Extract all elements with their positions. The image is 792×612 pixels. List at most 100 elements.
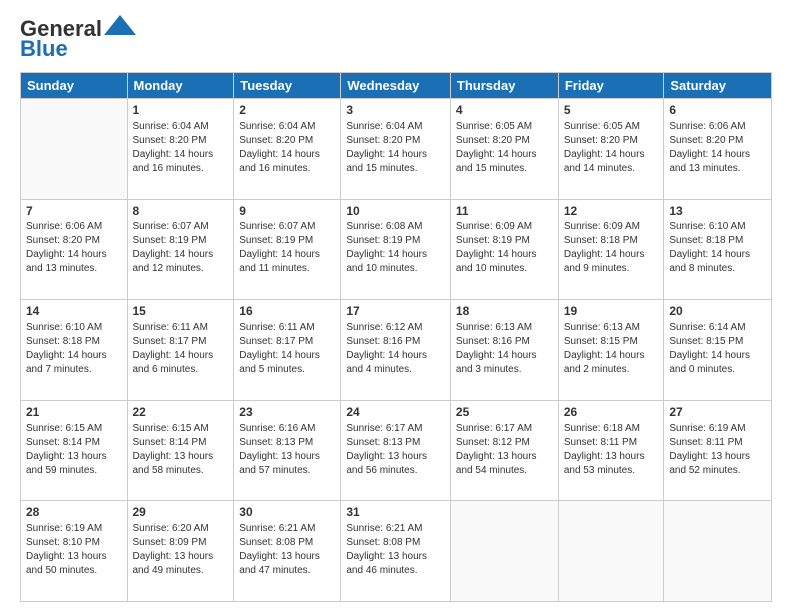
day-number: 12: [564, 203, 659, 220]
day-cell-18: 18Sunrise: 6:13 AM Sunset: 8:16 PM Dayli…: [450, 300, 558, 401]
empty-cell: [664, 501, 772, 602]
weekday-header-row: SundayMondayTuesdayWednesdayThursdayFrid…: [21, 73, 772, 99]
weekday-sunday: Sunday: [21, 73, 128, 99]
day-cell-21: 21Sunrise: 6:15 AM Sunset: 8:14 PM Dayli…: [21, 400, 128, 501]
day-number: 16: [239, 303, 335, 320]
day-info: Sunrise: 6:08 AM Sunset: 8:19 PM Dayligh…: [346, 220, 445, 276]
day-cell-27: 27Sunrise: 6:19 AM Sunset: 8:11 PM Dayli…: [664, 400, 772, 501]
day-number: 25: [456, 404, 553, 421]
day-info: Sunrise: 6:13 AM Sunset: 8:15 PM Dayligh…: [564, 321, 659, 377]
day-number: 23: [239, 404, 335, 421]
day-info: Sunrise: 6:09 AM Sunset: 8:18 PM Dayligh…: [564, 220, 659, 276]
day-number: 31: [346, 504, 445, 521]
day-info: Sunrise: 6:17 AM Sunset: 8:13 PM Dayligh…: [346, 422, 445, 478]
day-info: Sunrise: 6:15 AM Sunset: 8:14 PM Dayligh…: [26, 422, 122, 478]
day-cell-3: 3Sunrise: 6:04 AM Sunset: 8:20 PM Daylig…: [341, 99, 451, 200]
week-row-3: 14Sunrise: 6:10 AM Sunset: 8:18 PM Dayli…: [21, 300, 772, 401]
day-number: 11: [456, 203, 553, 220]
day-number: 30: [239, 504, 335, 521]
day-cell-26: 26Sunrise: 6:18 AM Sunset: 8:11 PM Dayli…: [558, 400, 664, 501]
weekday-thursday: Thursday: [450, 73, 558, 99]
day-cell-12: 12Sunrise: 6:09 AM Sunset: 8:18 PM Dayli…: [558, 199, 664, 300]
day-cell-19: 19Sunrise: 6:13 AM Sunset: 8:15 PM Dayli…: [558, 300, 664, 401]
empty-cell: [450, 501, 558, 602]
logo-blue: Blue: [20, 36, 68, 62]
day-cell-14: 14Sunrise: 6:10 AM Sunset: 8:18 PM Dayli…: [21, 300, 128, 401]
day-cell-16: 16Sunrise: 6:11 AM Sunset: 8:17 PM Dayli…: [234, 300, 341, 401]
day-info: Sunrise: 6:05 AM Sunset: 8:20 PM Dayligh…: [564, 120, 659, 176]
day-info: Sunrise: 6:15 AM Sunset: 8:14 PM Dayligh…: [133, 422, 229, 478]
day-cell-29: 29Sunrise: 6:20 AM Sunset: 8:09 PM Dayli…: [127, 501, 234, 602]
day-number: 14: [26, 303, 122, 320]
day-cell-22: 22Sunrise: 6:15 AM Sunset: 8:14 PM Dayli…: [127, 400, 234, 501]
empty-cell: [21, 99, 128, 200]
day-number: 6: [669, 102, 766, 119]
day-cell-25: 25Sunrise: 6:17 AM Sunset: 8:12 PM Dayli…: [450, 400, 558, 501]
day-info: Sunrise: 6:06 AM Sunset: 8:20 PM Dayligh…: [669, 120, 766, 176]
day-info: Sunrise: 6:04 AM Sunset: 8:20 PM Dayligh…: [239, 120, 335, 176]
day-number: 27: [669, 404, 766, 421]
day-number: 4: [456, 102, 553, 119]
logo-icon: [104, 15, 136, 35]
weekday-tuesday: Tuesday: [234, 73, 341, 99]
day-info: Sunrise: 6:07 AM Sunset: 8:19 PM Dayligh…: [133, 220, 229, 276]
day-info: Sunrise: 6:04 AM Sunset: 8:20 PM Dayligh…: [133, 120, 229, 176]
day-number: 3: [346, 102, 445, 119]
day-cell-28: 28Sunrise: 6:19 AM Sunset: 8:10 PM Dayli…: [21, 501, 128, 602]
day-number: 5: [564, 102, 659, 119]
day-info: Sunrise: 6:14 AM Sunset: 8:15 PM Dayligh…: [669, 321, 766, 377]
day-cell-13: 13Sunrise: 6:10 AM Sunset: 8:18 PM Dayli…: [664, 199, 772, 300]
day-info: Sunrise: 6:16 AM Sunset: 8:13 PM Dayligh…: [239, 422, 335, 478]
calendar-table: SundayMondayTuesdayWednesdayThursdayFrid…: [20, 72, 772, 602]
header: General Blue: [20, 16, 772, 62]
day-cell-7: 7Sunrise: 6:06 AM Sunset: 8:20 PM Daylig…: [21, 199, 128, 300]
day-cell-31: 31Sunrise: 6:21 AM Sunset: 8:08 PM Dayli…: [341, 501, 451, 602]
week-row-1: 1Sunrise: 6:04 AM Sunset: 8:20 PM Daylig…: [21, 99, 772, 200]
day-info: Sunrise: 6:20 AM Sunset: 8:09 PM Dayligh…: [133, 522, 229, 578]
day-info: Sunrise: 6:19 AM Sunset: 8:11 PM Dayligh…: [669, 422, 766, 478]
weekday-friday: Friday: [558, 73, 664, 99]
day-info: Sunrise: 6:19 AM Sunset: 8:10 PM Dayligh…: [26, 522, 122, 578]
day-info: Sunrise: 6:21 AM Sunset: 8:08 PM Dayligh…: [239, 522, 335, 578]
weekday-saturday: Saturday: [664, 73, 772, 99]
day-number: 22: [133, 404, 229, 421]
day-number: 1: [133, 102, 229, 119]
day-cell-23: 23Sunrise: 6:16 AM Sunset: 8:13 PM Dayli…: [234, 400, 341, 501]
day-cell-20: 20Sunrise: 6:14 AM Sunset: 8:15 PM Dayli…: [664, 300, 772, 401]
day-cell-6: 6Sunrise: 6:06 AM Sunset: 8:20 PM Daylig…: [664, 99, 772, 200]
empty-cell: [558, 501, 664, 602]
day-cell-5: 5Sunrise: 6:05 AM Sunset: 8:20 PM Daylig…: [558, 99, 664, 200]
weekday-wednesday: Wednesday: [341, 73, 451, 99]
day-cell-8: 8Sunrise: 6:07 AM Sunset: 8:19 PM Daylig…: [127, 199, 234, 300]
day-cell-4: 4Sunrise: 6:05 AM Sunset: 8:20 PM Daylig…: [450, 99, 558, 200]
day-number: 28: [26, 504, 122, 521]
page: General Blue SundayMondayTuesdayWednesda…: [0, 0, 792, 612]
day-info: Sunrise: 6:12 AM Sunset: 8:16 PM Dayligh…: [346, 321, 445, 377]
day-cell-15: 15Sunrise: 6:11 AM Sunset: 8:17 PM Dayli…: [127, 300, 234, 401]
week-row-4: 21Sunrise: 6:15 AM Sunset: 8:14 PM Dayli…: [21, 400, 772, 501]
day-number: 26: [564, 404, 659, 421]
day-number: 13: [669, 203, 766, 220]
day-number: 21: [26, 404, 122, 421]
day-number: 2: [239, 102, 335, 119]
day-info: Sunrise: 6:10 AM Sunset: 8:18 PM Dayligh…: [26, 321, 122, 377]
day-cell-1: 1Sunrise: 6:04 AM Sunset: 8:20 PM Daylig…: [127, 99, 234, 200]
week-row-5: 28Sunrise: 6:19 AM Sunset: 8:10 PM Dayli…: [21, 501, 772, 602]
weekday-monday: Monday: [127, 73, 234, 99]
day-info: Sunrise: 6:17 AM Sunset: 8:12 PM Dayligh…: [456, 422, 553, 478]
day-number: 18: [456, 303, 553, 320]
day-cell-30: 30Sunrise: 6:21 AM Sunset: 8:08 PM Dayli…: [234, 501, 341, 602]
day-info: Sunrise: 6:13 AM Sunset: 8:16 PM Dayligh…: [456, 321, 553, 377]
day-cell-17: 17Sunrise: 6:12 AM Sunset: 8:16 PM Dayli…: [341, 300, 451, 401]
day-number: 15: [133, 303, 229, 320]
day-info: Sunrise: 6:09 AM Sunset: 8:19 PM Dayligh…: [456, 220, 553, 276]
day-cell-11: 11Sunrise: 6:09 AM Sunset: 8:19 PM Dayli…: [450, 199, 558, 300]
day-cell-24: 24Sunrise: 6:17 AM Sunset: 8:13 PM Dayli…: [341, 400, 451, 501]
logo: General Blue: [20, 16, 136, 62]
day-number: 29: [133, 504, 229, 521]
day-number: 7: [26, 203, 122, 220]
day-cell-9: 9Sunrise: 6:07 AM Sunset: 8:19 PM Daylig…: [234, 199, 341, 300]
day-number: 24: [346, 404, 445, 421]
day-cell-10: 10Sunrise: 6:08 AM Sunset: 8:19 PM Dayli…: [341, 199, 451, 300]
day-info: Sunrise: 6:11 AM Sunset: 8:17 PM Dayligh…: [133, 321, 229, 377]
